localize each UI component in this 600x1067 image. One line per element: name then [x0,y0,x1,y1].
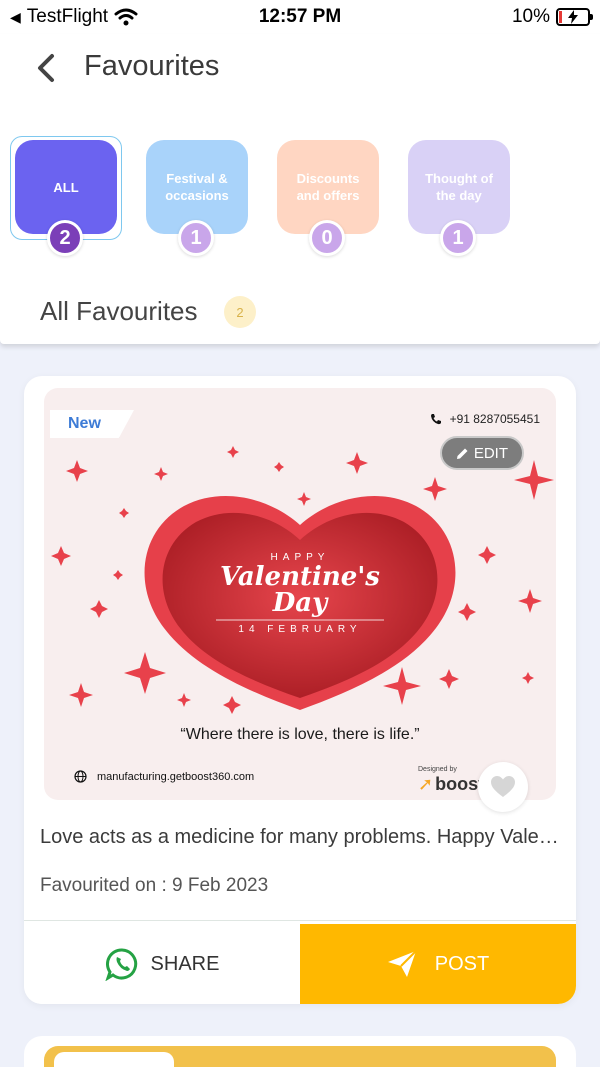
category-label: Thought of the day [425,171,493,203]
brand-arrow-icon: ➚ [418,774,434,794]
post-label: POST [434,952,490,975]
next-card-tag [54,1052,174,1067]
pencil-icon [456,448,468,459]
heart-icon [491,776,515,797]
clock: 12:57 PM [258,6,342,27]
charging-bolt-icon [568,10,578,24]
poster-quote: “Where there is love, there is life.” [180,726,420,743]
status-bar: ◀ TestFlight 12:57 PM 10% [0,0,600,34]
category-label: Discounts and offers [296,171,360,203]
section-count-badge: 2 [224,296,256,328]
edit-label: EDIT [473,444,508,462]
divider [24,920,576,921]
share-button[interactable]: SHARE [24,924,300,1004]
edit-button[interactable]: EDIT [439,436,524,470]
category-count-badge: 1 [440,220,476,256]
share-label: SHARE [150,952,220,975]
battery-status: 10% [511,6,593,28]
designed-by-text: Designed by [418,766,457,773]
back-chevron-icon[interactable] [30,50,66,86]
category-count-badge: 1 [178,220,214,256]
whatsapp-icon [104,948,137,981]
category-count-badge: 2 [47,220,83,256]
phone-icon [430,414,441,425]
favourited-date: Favourited on : 9 Feb 2023 [40,875,269,896]
brand-name: boost [435,774,485,794]
page-title: Favourites [84,50,220,82]
favourite-card: HAPPY Valentine's Day 14 FEBRUARY New +9… [24,376,576,1004]
next-favourite-card [24,1036,576,1067]
post-button[interactable]: POST [300,924,576,1004]
globe-icon [74,770,87,783]
poster-title-line2: Day [272,588,328,618]
favourites-header: Favourites ALL Festival & occasions Disc… [0,34,600,344]
poster-date-text: 14 FEBRUARY [238,624,362,635]
favourite-heart-button[interactable] [478,762,528,812]
battery-fill [559,11,562,23]
battery-icon [556,8,593,26]
phone-number: +91 8287055451 [449,412,540,426]
poster-phone: +91 8287055451 [430,412,540,426]
poster-website: manufacturing.getboost360.com [74,770,254,783]
category-count-badge: 0 [309,220,345,256]
brand-logo: ➚ boost [418,774,484,795]
category-label: ALL [53,179,79,195]
website-text: manufacturing.getboost360.com [97,770,255,783]
battery-percent: 10% [511,6,550,27]
category-label: Festival & occasions [165,171,229,203]
post-caption: Love acts as a medicine for many problem… [40,826,564,848]
post-image[interactable]: HAPPY Valentine's Day 14 FEBRUARY New +9… [44,388,556,800]
send-icon [387,950,417,977]
section-title: All Favourites [40,296,198,326]
